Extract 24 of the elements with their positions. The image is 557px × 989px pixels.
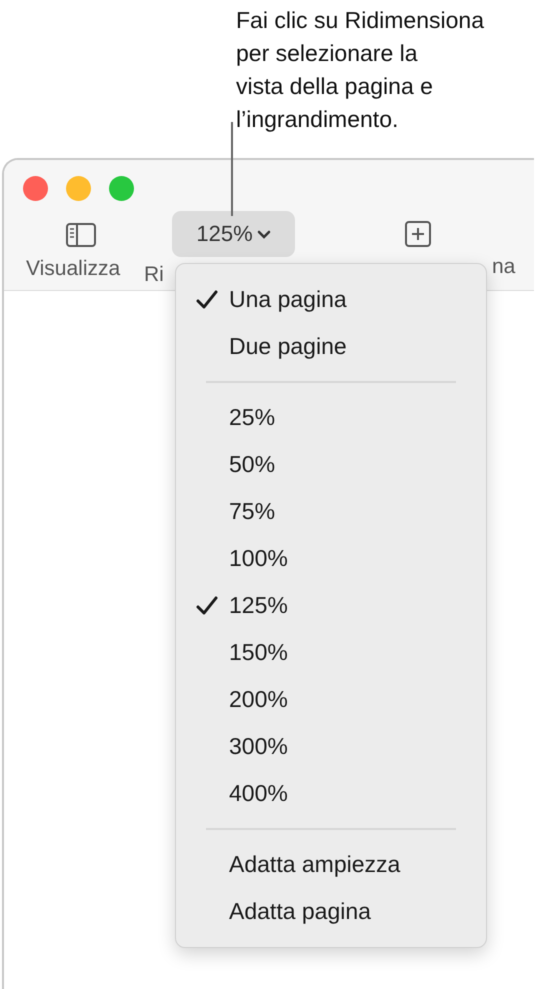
- menu-item[interactable]: 100%: [176, 535, 486, 582]
- menu-item[interactable]: Due pagine: [176, 323, 486, 370]
- menu-item[interactable]: 300%: [176, 723, 486, 770]
- menu-item[interactable]: Adatta ampiezza: [176, 841, 486, 888]
- toolbar-label: Visualizza: [26, 257, 120, 281]
- menu-item[interactable]: 75%: [176, 488, 486, 535]
- menu-item[interactable]: 150%: [176, 629, 486, 676]
- menu-item[interactable]: Una pagina: [176, 276, 486, 323]
- sidebar-icon[interactable]: [66, 223, 96, 247]
- add-icon[interactable]: [405, 221, 431, 247]
- callout-text: Fai clic su Ridimensiona per selezionare la vista della pagina e l’ingrandimento.: [235, 6, 485, 134]
- menu-item[interactable]: 200%: [176, 676, 486, 723]
- zoom-menu-button[interactable]: 125%: [172, 211, 295, 257]
- toolbar-label: Ri: [144, 263, 164, 287]
- toolbar-label: na: [492, 255, 516, 279]
- menu-item[interactable]: 400%: [176, 770, 486, 817]
- window-control-button[interactable]: [23, 176, 48, 201]
- menu-item[interactable]: 125%: [176, 582, 486, 629]
- menu-item[interactable]: Adatta pagina: [176, 888, 486, 935]
- chevron-down-icon: [256, 230, 271, 238]
- window-control-button[interactable]: [66, 176, 91, 201]
- menu-item[interactable]: 50%: [176, 441, 486, 488]
- window-control-button[interactable]: [109, 176, 134, 201]
- menu-item[interactable]: 25%: [176, 394, 486, 441]
